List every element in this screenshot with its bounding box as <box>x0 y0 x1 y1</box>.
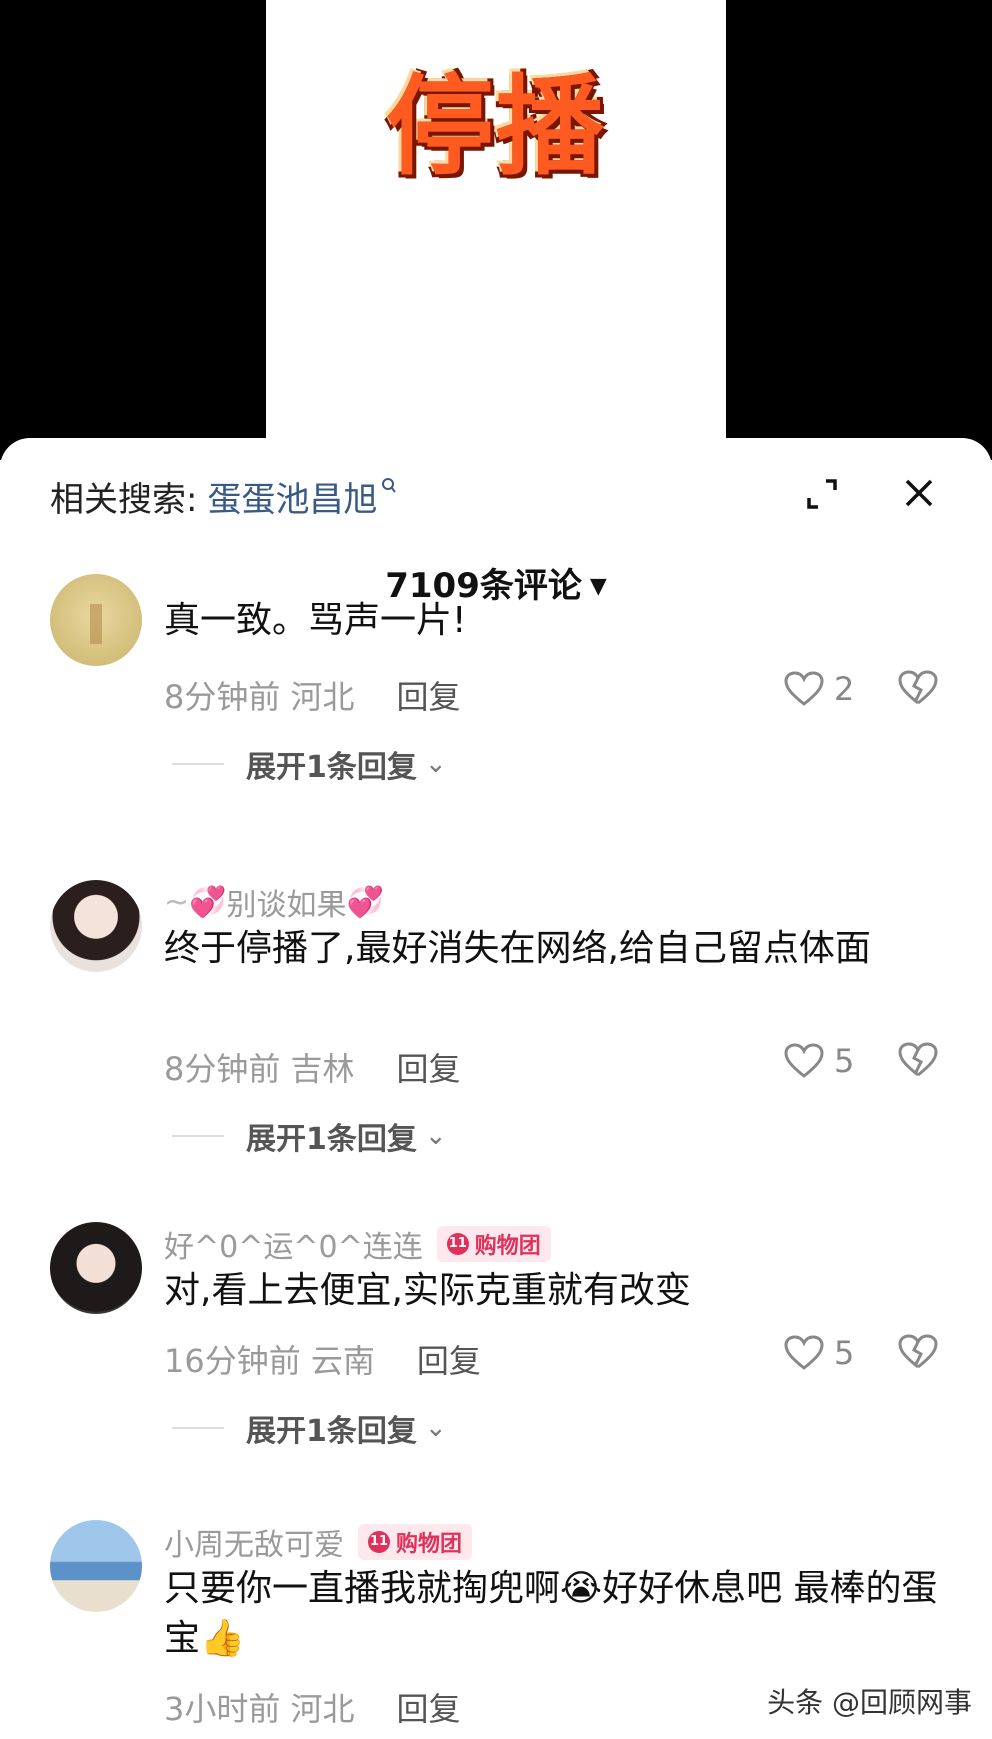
related-search: 相关搜索: 蛋蛋池昌旭 <box>50 472 397 521</box>
comment-time-location: 3小时前 河北 <box>164 1690 355 1728</box>
related-search-keyword[interactable]: 蛋蛋池昌旭 <box>207 472 377 521</box>
comment-username[interactable]: ~ 💞 别谈如果 💞 <box>164 880 384 924</box>
expand-replies[interactable]: 展开1条回复 ⌄ <box>172 1114 447 1158</box>
watermark: 头条 @回顾网事 <box>767 1686 972 1719</box>
related-search-label: 相关搜索: <box>50 480 198 520</box>
username-text: 好^0^运^0^连连 <box>164 1230 423 1265</box>
comment-time-location: 8分钟前 吉林 <box>164 1050 355 1088</box>
like-count: 2 <box>834 670 855 708</box>
heart-icon <box>784 1043 824 1078</box>
like-count: 5 <box>834 1334 855 1372</box>
comment-meta: 8分钟前 河北 回复 <box>164 672 461 718</box>
group-badge: 11 购物团 <box>436 1226 551 1262</box>
search-icon <box>381 476 397 501</box>
reply-button[interactable]: 回复 <box>397 1044 461 1090</box>
chevron-down-icon: ⌄ <box>424 1413 447 1443</box>
comment-meta: 8分钟前 吉林 回复 <box>164 1044 461 1090</box>
comment-time-location: 8分钟前 河北 <box>164 678 355 716</box>
comment-text: 终于停播了,最好消失在网络,给自己留点体面 <box>164 928 871 969</box>
comment-text: 对,看上去便宜,实际克重就有改变 <box>164 1270 691 1311</box>
heart-emoji-icon: 💞 <box>346 884 384 920</box>
heart-icon <box>784 671 824 706</box>
video-frame: 停播 <box>266 0 726 460</box>
comment-text: 只要你一直播我就掏兜啊😭好好休息吧 最棒的蛋宝👍 <box>164 1568 938 1659</box>
badge-level: 11 <box>368 1531 390 1553</box>
comment-text: 真一致。骂声一片! <box>164 600 467 641</box>
avatar[interactable] <box>50 574 142 666</box>
wind-icon: ~ <box>164 884 190 920</box>
badge-level: 11 <box>446 1233 469 1255</box>
divider <box>172 1135 224 1137</box>
reply-button[interactable]: 回复 <box>397 672 461 718</box>
like-button[interactable]: 2 <box>784 670 854 708</box>
broken-heart-icon <box>898 1042 938 1077</box>
broken-heart-icon <box>898 670 938 705</box>
expand-replies[interactable]: 展开1条回复 ⌄ <box>172 742 447 786</box>
video-player[interactable]: 停播 <box>0 0 992 460</box>
heart-icon <box>784 1335 824 1370</box>
fullscreen-icon[interactable] <box>806 478 838 510</box>
reply-button[interactable]: 回复 <box>397 1684 461 1730</box>
expand-replies-label: 展开1条回复 <box>246 750 417 785</box>
badge-label: 购物团 <box>474 1234 541 1259</box>
username-text: 别谈如果 <box>226 888 347 923</box>
username-text: 小周无敌可爱 <box>164 1528 344 1563</box>
reply-button[interactable]: 回复 <box>417 1336 481 1382</box>
dislike-button[interactable] <box>898 670 938 710</box>
comment-meta: 3小时前 河北 回复 <box>164 1684 461 1730</box>
dislike-button[interactable] <box>898 1334 938 1374</box>
like-count: 5 <box>834 1042 855 1080</box>
heart-emoji-icon: 💞 <box>189 884 227 920</box>
expand-replies-label: 展开1条回复 <box>246 1414 417 1449</box>
chevron-down-icon: ⌄ <box>424 1121 447 1151</box>
comment-username[interactable]: 好^0^运^0^连连 11 购物团 <box>164 1222 551 1266</box>
video-title: 停播 <box>385 65 606 190</box>
broken-heart-icon <box>898 1334 938 1369</box>
comment-meta: 16分钟前 云南 回复 <box>164 1336 481 1382</box>
badge-label: 购物团 <box>396 1532 463 1557</box>
divider <box>172 1427 224 1429</box>
expand-replies[interactable]: 展开1条回复 ⌄ <box>172 1406 447 1450</box>
divider <box>172 763 224 765</box>
like-button[interactable]: 5 <box>784 1042 854 1080</box>
avatar[interactable] <box>50 1222 142 1314</box>
avatar[interactable] <box>50 880 142 972</box>
chevron-down-icon: ⌄ <box>424 749 447 779</box>
comment-sheet: 相关搜索: 蛋蛋池昌旭 7109条评论 ▼ 真一致。骂声一片! 8分钟前 河北 回… <box>0 438 992 1739</box>
comment-time-location: 16分钟前 云南 <box>164 1342 375 1380</box>
group-badge: 11 购物团 <box>358 1524 473 1560</box>
like-button[interactable]: 5 <box>784 1334 854 1372</box>
comment-username[interactable]: 小周无敌可爱 11 购物团 <box>164 1520 473 1564</box>
dislike-button[interactable] <box>898 1042 938 1082</box>
close-icon[interactable] <box>904 472 934 516</box>
avatar[interactable] <box>50 1520 142 1612</box>
expand-replies-label: 展开1条回复 <box>246 1122 417 1157</box>
